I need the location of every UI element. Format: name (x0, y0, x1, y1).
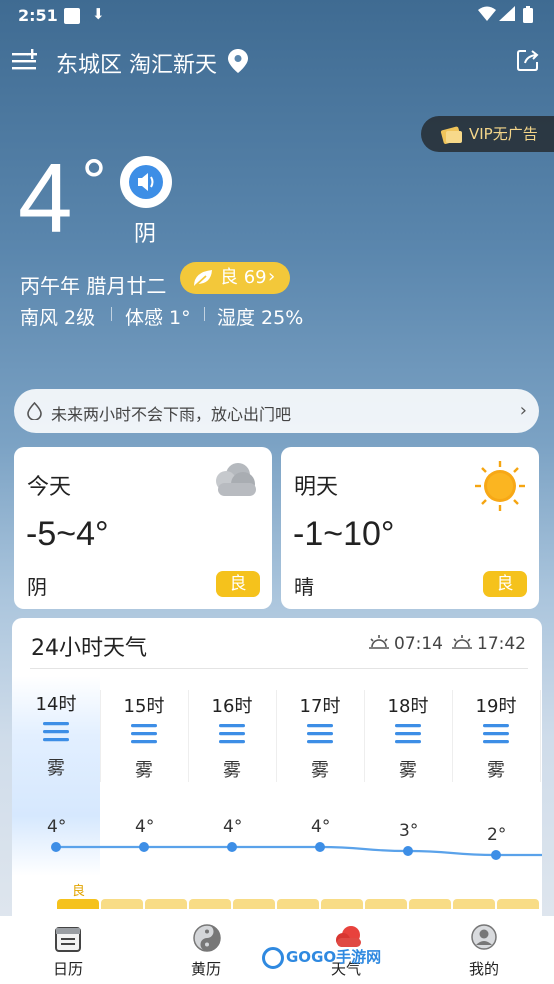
speaker-icon (125, 165, 163, 202)
watermark-logo (262, 946, 284, 969)
aqi-value: 良 69 (220, 267, 267, 288)
rain-forecast-bar[interactable]: 未来两小时不会下雨，放心出门吧 › (14, 389, 539, 433)
leaf-icon (194, 270, 212, 287)
temp-point (227, 842, 237, 852)
aqi-bar (409, 899, 451, 909)
nav-label: 我的 (468, 960, 499, 978)
aqi-bar (145, 899, 187, 909)
today-temp-range: -5~4° (26, 515, 109, 553)
yin-yang-icon (193, 924, 221, 952)
temp-point (403, 846, 413, 856)
aqi-bar (277, 899, 319, 909)
temp-point (51, 842, 61, 852)
divider (204, 307, 205, 321)
aqi-bar (497, 899, 539, 909)
city-menu-icon[interactable] (12, 48, 38, 74)
nav-label: 黄历 (190, 960, 221, 978)
tomorrow-aqi-badge: 良 (483, 571, 527, 597)
lunar-date: 丙午年 腊月廿二 (20, 274, 167, 298)
sun-icon (475, 461, 525, 511)
vip-ticket-icon (440, 126, 462, 144)
feels-like-info: 体感 1° (125, 307, 191, 329)
profile-icon (471, 924, 497, 950)
today-label: 今天 (27, 475, 72, 500)
share-icon[interactable] (516, 48, 540, 72)
aqi-bar (189, 899, 231, 909)
status-time: 2:51 (18, 6, 58, 25)
calendar-icon (55, 927, 81, 952)
current-temperature: 4 (18, 143, 73, 253)
degree-symbol: ° (80, 150, 108, 215)
hourly-forecast-panel: 24小时天气 07:14 17:42 14时 雾 15时 雾 16时 雾 17时… (12, 618, 542, 938)
today-aqi-badge: 良 (216, 571, 260, 597)
raindrop-icon (27, 402, 42, 420)
location-name[interactable]: 东城区 淘汇新天 (56, 47, 217, 79)
tomorrow-temp-range: -1~10° (293, 515, 395, 553)
humidity-info: 湿度 25% (217, 307, 304, 329)
location-pin-icon[interactable] (228, 49, 248, 73)
battery-icon (523, 6, 533, 23)
notification-icon (64, 8, 80, 24)
chevron-right-icon: › (268, 266, 276, 287)
aqi-bar (453, 899, 495, 909)
today-condition: 阴 (27, 575, 47, 599)
status-bar: 2:51 ⬇ (0, 0, 554, 32)
hour-aqi-label: 良 (72, 884, 86, 899)
aqi-bar (233, 899, 275, 909)
temp-point (139, 842, 149, 852)
divider (111, 307, 112, 321)
temp-point (491, 850, 501, 860)
watermark-text: GOGO手游网 (286, 948, 382, 966)
tomorrow-condition: 晴 (294, 575, 314, 599)
wind-info: 南风 2级 (20, 307, 96, 329)
aqi-bar (101, 899, 143, 909)
temperature-curve (51, 842, 542, 860)
aqi-bar (365, 899, 407, 909)
nav-almanac[interactable]: 黄历 (166, 916, 246, 984)
cloud-icon (216, 463, 256, 496)
tomorrow-forecast-card[interactable]: 明天 -1~10° 晴 良 (281, 447, 539, 609)
chevron-right-icon: › (519, 400, 527, 421)
rain-notice-text: 未来两小时不会下雨，放心出门吧 (51, 405, 292, 424)
today-forecast-card[interactable]: 今天 -5~4° 阴 良 (14, 447, 272, 609)
aqi-badge[interactable]: 良 69 › (180, 262, 290, 294)
aqi-bar (321, 899, 363, 909)
temperature-line (55, 845, 542, 857)
signal-icon (499, 6, 515, 21)
nav-calendar[interactable]: 日历 (28, 916, 108, 984)
current-condition: 阴 (134, 222, 157, 247)
aqi-bar (57, 899, 99, 909)
voice-broadcast-button[interactable] (120, 156, 172, 208)
watermark: GOGO手游网 (262, 946, 381, 969)
wifi-icon (478, 6, 496, 21)
tomorrow-label: 明天 (294, 475, 339, 500)
temp-point (315, 842, 325, 852)
nav-profile[interactable]: 我的 (444, 916, 524, 984)
nav-label: 日历 (52, 960, 83, 978)
download-icon: ⬇ (92, 5, 105, 23)
